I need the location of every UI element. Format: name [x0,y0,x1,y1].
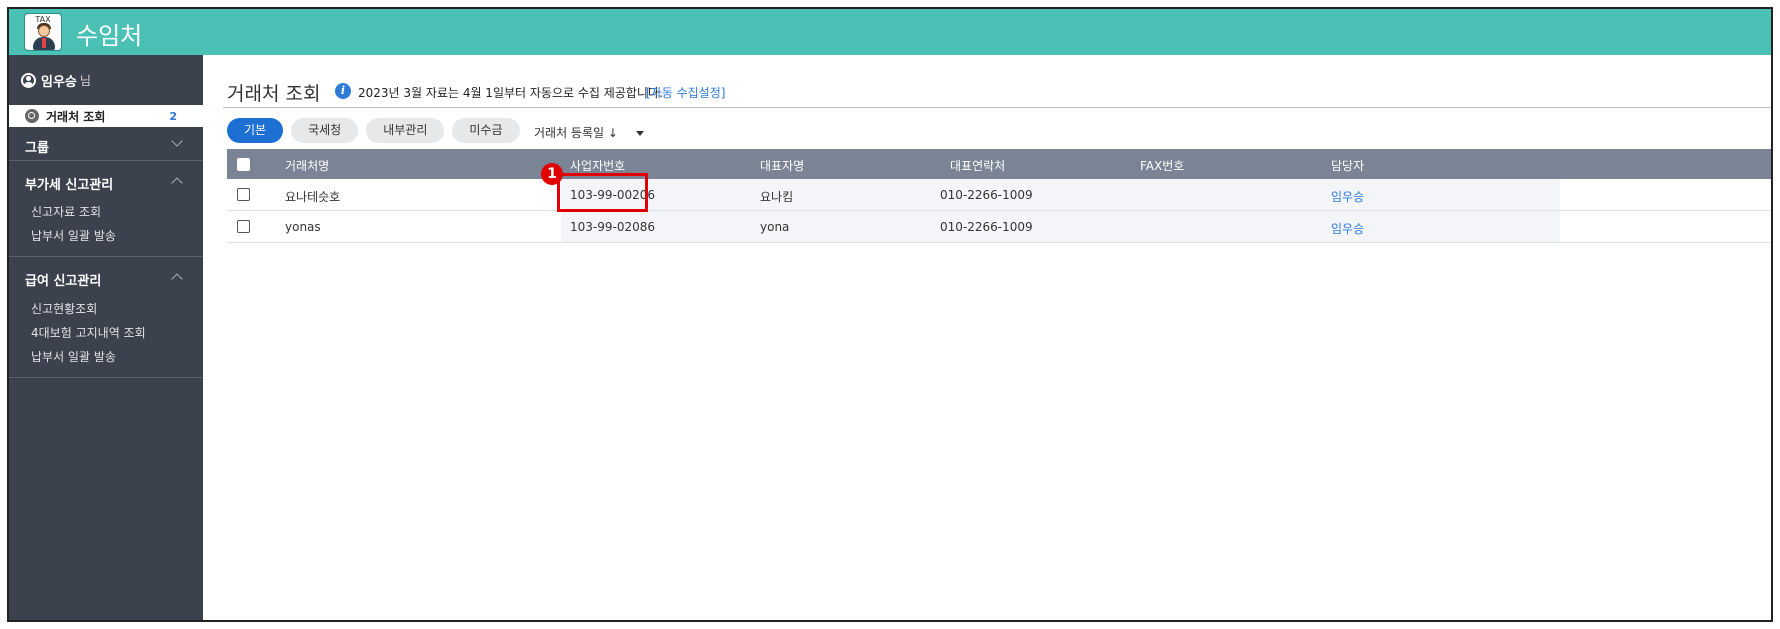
sidebar-group-payroll: 급여 신고관리 신고현황조회 4대보험 고지내역 조회 납부서 일괄 발송 [9,257,203,378]
sidebar-item-label: 거래처 조회 [46,109,106,124]
chevron-up-icon[interactable] [171,273,183,285]
user-profile[interactable]: 임우승 님 [21,71,91,90]
tab-internal[interactable]: 내부관리 [366,118,445,143]
tab-basic[interactable]: 기본 [227,118,284,143]
header-manager[interactable]: 담당자 [1331,157,1364,174]
sidebar-item-insurance-notice[interactable]: 4대보험 고지내역 조회 [31,324,146,341]
divider [223,107,1771,108]
sidebar-group-vat: 부가세 신고관리 신고자료 조회 납부서 일괄 발송 [9,161,203,257]
header-representative[interactable]: 대표자명 [760,157,804,174]
sidebar-item-vat-bill-send[interactable]: 납부서 일괄 발송 [31,227,116,244]
sidebar-group-label[interactable]: 부가세 신고관리 [25,174,113,193]
sidebar-item-client-search[interactable]: 거래처 조회 2 [9,105,203,127]
cell-representative: yona [760,220,790,234]
sidebar-item-report-status[interactable]: 신고현황조회 [31,300,97,317]
row-checkbox[interactable] [237,220,250,233]
cell-representative: 요나킴 [760,190,794,204]
sidebar: 임우승 님 거래처 조회 2 그룹 부가세 신고관리 신고자료 조회 납부서 일… [9,55,203,620]
tax-logo-icon[interactable]: TAX [24,13,62,51]
app-title: 수임처 [76,22,143,50]
top-bar: TAX 수임처 [9,9,1771,55]
caret-down-icon[interactable] [636,131,644,136]
cell-business-number[interactable]: 103-99-02086 [570,220,655,234]
filter-tabs: 기본 국세청 내부관리 미수금 [227,118,528,143]
info-icon: i [335,83,351,99]
header-contact[interactable]: 대표연락처 [950,157,1005,174]
cell-manager[interactable]: 임우승 [1331,188,1364,205]
user-suffix: 님 [79,73,91,88]
sidebar-item-vat-report[interactable]: 신고자료 조회 [31,203,101,220]
tab-receivables[interactable]: 미수금 [452,118,520,143]
step-badge: 1 [541,163,563,185]
sidebar-item-payroll-bill-send[interactable]: 납부서 일괄 발송 [31,348,116,365]
header-client-name[interactable]: 거래처명 [285,157,329,174]
cell-client-name[interactable]: yonas [285,220,321,234]
client-count-badge: 2 [169,109,177,123]
highlight-box [557,173,648,212]
row-checkbox[interactable] [237,188,250,201]
page-title: 거래처 조회 [227,83,321,105]
main-content: 거래처 조회 i 2023년 3월 자료는 4월 1일부터 자동으로 수집 제공… [203,55,1771,620]
header-fax[interactable]: FAX번호 [1140,157,1184,174]
client-table: 거래처명 사업자번호 대표자명 대표연락처 FAX번호 담당자 요나테슷호 10… [227,149,1771,243]
table-row[interactable]: 요나테슷호 103-99-00206 요나킴 010-2266-1009 임우승 [227,179,1771,211]
user-icon [21,72,36,88]
chevron-down-icon [171,135,183,147]
sidebar-group-label[interactable]: 급여 신고관리 [25,270,101,289]
cell-manager[interactable]: 임우승 [1331,220,1364,237]
select-all-checkbox[interactable] [237,158,250,171]
app-window: TAX 수임처 임우승 님 거래처 조회 2 그룹 부가세 신고관리 신고자료 … [7,7,1773,622]
table-row[interactable]: yonas 103-99-02086 yona 010-2266-1009 임우… [227,211,1771,243]
search-icon [25,109,39,123]
cell-client-name[interactable]: 요나테슷호 [285,188,340,205]
cell-contact: 010-2266-1009 [940,220,1033,234]
tab-nts[interactable]: 국세청 [291,118,359,143]
table-header: 거래처명 사업자번호 대표자명 대표연락처 FAX번호 담당자 [227,149,1771,179]
auto-collect-settings-link[interactable]: [자동 수집설정] [646,84,725,101]
cell-contact: 010-2266-1009 [940,188,1033,202]
sort-dropdown[interactable]: 거래처 등록일 ↓ [534,124,618,141]
user-name: 임우승 [41,74,77,90]
sidebar-group-groups[interactable]: 그룹 [9,129,203,161]
sidebar-group-label: 그룹 [25,141,49,156]
chevron-up-icon[interactable] [171,177,183,189]
header-business-number[interactable]: 사업자번호 [570,157,625,174]
notice-text: 2023년 3월 자료는 4월 1일부터 자동으로 수집 제공합니다. [358,86,663,100]
